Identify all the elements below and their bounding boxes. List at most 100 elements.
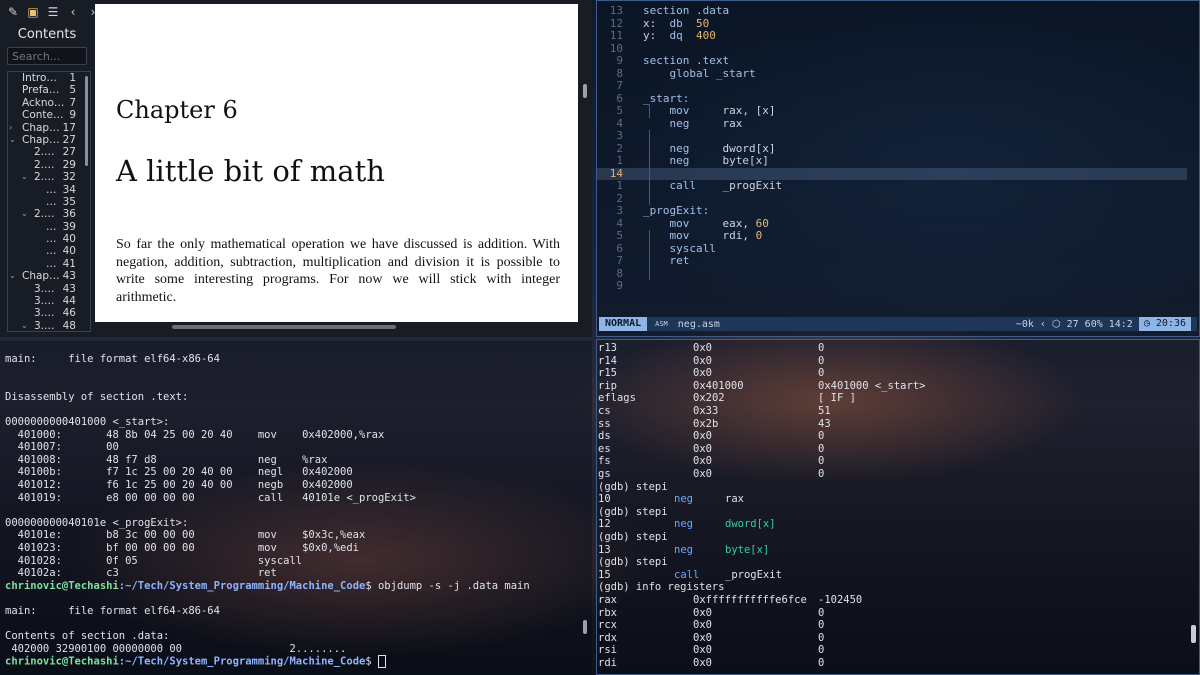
toc-item[interactable]: › Chap… 17 — [8, 122, 90, 134]
chevron-down-icon[interactable]: ⌄ — [9, 134, 17, 146]
toc-item-page: 40 — [62, 245, 76, 258]
toc-item[interactable]: … 35 — [8, 196, 90, 208]
code-text: call _progExit — [643, 179, 783, 193]
toc-item[interactable]: 2.… 27 — [8, 146, 90, 158]
toc-item-label: 3.… — [34, 319, 55, 332]
code-token: mov — [669, 216, 690, 230]
toc-item-page: 46 — [62, 307, 76, 320]
chevron-down-icon[interactable]: ⌄ — [21, 171, 29, 183]
toc-item-page: 40 — [62, 233, 76, 246]
toc-item[interactable]: ⌄ 2.… 36 — [8, 208, 90, 220]
toc-item[interactable]: 3.… 43 — [8, 283, 90, 295]
register-name: r13 — [598, 342, 617, 354]
annotate-pen-icon[interactable]: ✎ — [6, 5, 20, 19]
toc-item[interactable]: 2.… 29 — [8, 159, 90, 171]
register-hex: 0x401000 — [693, 379, 744, 392]
code-token: _start: — [643, 91, 690, 105]
code-token: rax, [x] — [689, 104, 776, 117]
toc-item-page: 7 — [69, 96, 76, 109]
code-line[interactable]: 9 — [597, 279, 1187, 293]
register-hex: 0x0 — [693, 606, 712, 619]
register-hex: 0x0 — [693, 442, 712, 455]
code-token: ret — [669, 254, 690, 267]
terminal-line: Disassembly of section .text: — [5, 390, 189, 403]
register-value: 0 — [818, 442, 825, 455]
toc-item[interactable]: … 34 — [8, 184, 90, 196]
gdb-terminal[interactable]: r13 0x0 0 r14 0x0 0 r15 0x0 0 rip 0x401000 0x401000… — [596, 339, 1200, 675]
pane-resize-handle[interactable] — [583, 84, 587, 98]
toc-search-input[interactable] — [7, 47, 87, 65]
code-line[interactable]: 4 neg rax — [597, 117, 1187, 131]
toc-item[interactable]: 3.… 46 — [8, 307, 90, 319]
terminal-line: 40101e: b8 3c 00 00 00 mov $0x3c,%eax — [5, 529, 366, 542]
toc-item[interactable]: ⌄ 2.… 32 — [8, 171, 90, 183]
toc-item[interactable]: Conte… 9 — [8, 109, 90, 121]
asm-mnemonic: neg — [674, 518, 693, 531]
toc-item-page: 48 — [62, 319, 76, 332]
code-line[interactable]: 7 ret — [597, 254, 1187, 268]
register-value: 0 — [818, 657, 825, 669]
chevron-down-icon[interactable]: ⌄ — [9, 270, 17, 282]
toc-item-label: 2.… — [34, 146, 55, 159]
chevron-down-icon[interactable]: ⌄ — [21, 208, 29, 220]
register-value: 0 — [818, 468, 825, 480]
toc-item-label: Conte… — [22, 109, 64, 122]
code-token: section .text — [643, 54, 730, 67]
gdb-command: (gdb) stepi — [598, 505, 668, 518]
toc-item[interactable]: ⌄ Chap… 27 — [8, 134, 90, 146]
toc-item[interactable]: Intro… 1 — [8, 72, 90, 84]
register-name: es — [598, 442, 611, 455]
register-name: r14 — [598, 354, 617, 367]
terminal-line: main: file format elf64-x86-64 — [5, 605, 220, 617]
code-editor-window[interactable]: 13 section .data 12 x: db 50 11 y: dq 400 10 9 s… — [596, 0, 1200, 337]
code-token: rdi, — [689, 229, 756, 242]
toc-list-icon[interactable]: ☰ — [46, 5, 60, 19]
toc-item[interactable]: 3.… 44 — [8, 295, 90, 307]
toc-item[interactable]: … 40 — [8, 233, 90, 245]
toc-item[interactable]: ⌄ Chap… 43 — [8, 270, 90, 282]
code-token: global _start — [669, 66, 756, 80]
toc-item[interactable]: ⌄ 3.… 48 — [8, 319, 90, 332]
toc-scrollbar[interactable] — [85, 76, 88, 166]
toc-item[interactable]: Ackno… 7 — [8, 97, 90, 109]
code-token: 0 — [755, 229, 763, 242]
code-line[interactable]: 8 global _start — [597, 66, 1187, 81]
register-hex: 0x0 — [693, 367, 712, 380]
code-line[interactable]: 1 call _progExit — [597, 179, 1187, 193]
line-number: 5 — [616, 104, 623, 117]
register-name: gs — [598, 468, 611, 480]
code-token: y: — [643, 29, 670, 42]
code-token: db — [669, 16, 683, 30]
toc-item-page: 27 — [62, 133, 76, 146]
chevron-left-icon[interactable]: ‹ — [66, 5, 80, 19]
code-line[interactable]: 8 — [597, 267, 1187, 281]
toc-item-label: 2.… — [34, 171, 55, 184]
register-name: rdi — [598, 657, 617, 669]
line-number: 3 — [616, 204, 623, 217]
pane-resize-handle[interactable] — [583, 620, 587, 634]
objdump-terminal[interactable]: main: file format elf64-x86-64 Disassembl… — [0, 341, 592, 675]
bookmark-icon[interactable]: ▣ — [26, 5, 40, 19]
toc-item[interactable]: … 40 — [8, 245, 90, 257]
terminal-scrollbar[interactable] — [1191, 625, 1196, 643]
chevron-right-icon[interactable]: › — [9, 122, 17, 134]
code-line[interactable]: 1 neg byte[x] — [597, 154, 1187, 168]
toc-item[interactable]: Prefa… 5 — [8, 84, 90, 96]
terminal-line: 401023: bf 00 00 00 00 mov $0x0,%edi — [5, 542, 360, 554]
code-token: neg — [669, 141, 690, 155]
horizontal-scrollbar[interactable] — [172, 325, 396, 329]
toc-item-label: 2.… — [34, 208, 55, 221]
chapter-title: A little bit of math — [116, 154, 385, 188]
code-token: _progExit: — [643, 204, 710, 217]
code-line[interactable]: 11 y: dq 400 — [597, 29, 1187, 43]
toc-item[interactable]: … 39 — [8, 221, 90, 233]
line-number: 9 — [616, 279, 623, 292]
toc-item[interactable]: … 41 — [8, 258, 90, 270]
filetype-label: ASM — [655, 320, 668, 328]
chevron-down-icon[interactable]: ⌄ — [21, 320, 29, 331]
